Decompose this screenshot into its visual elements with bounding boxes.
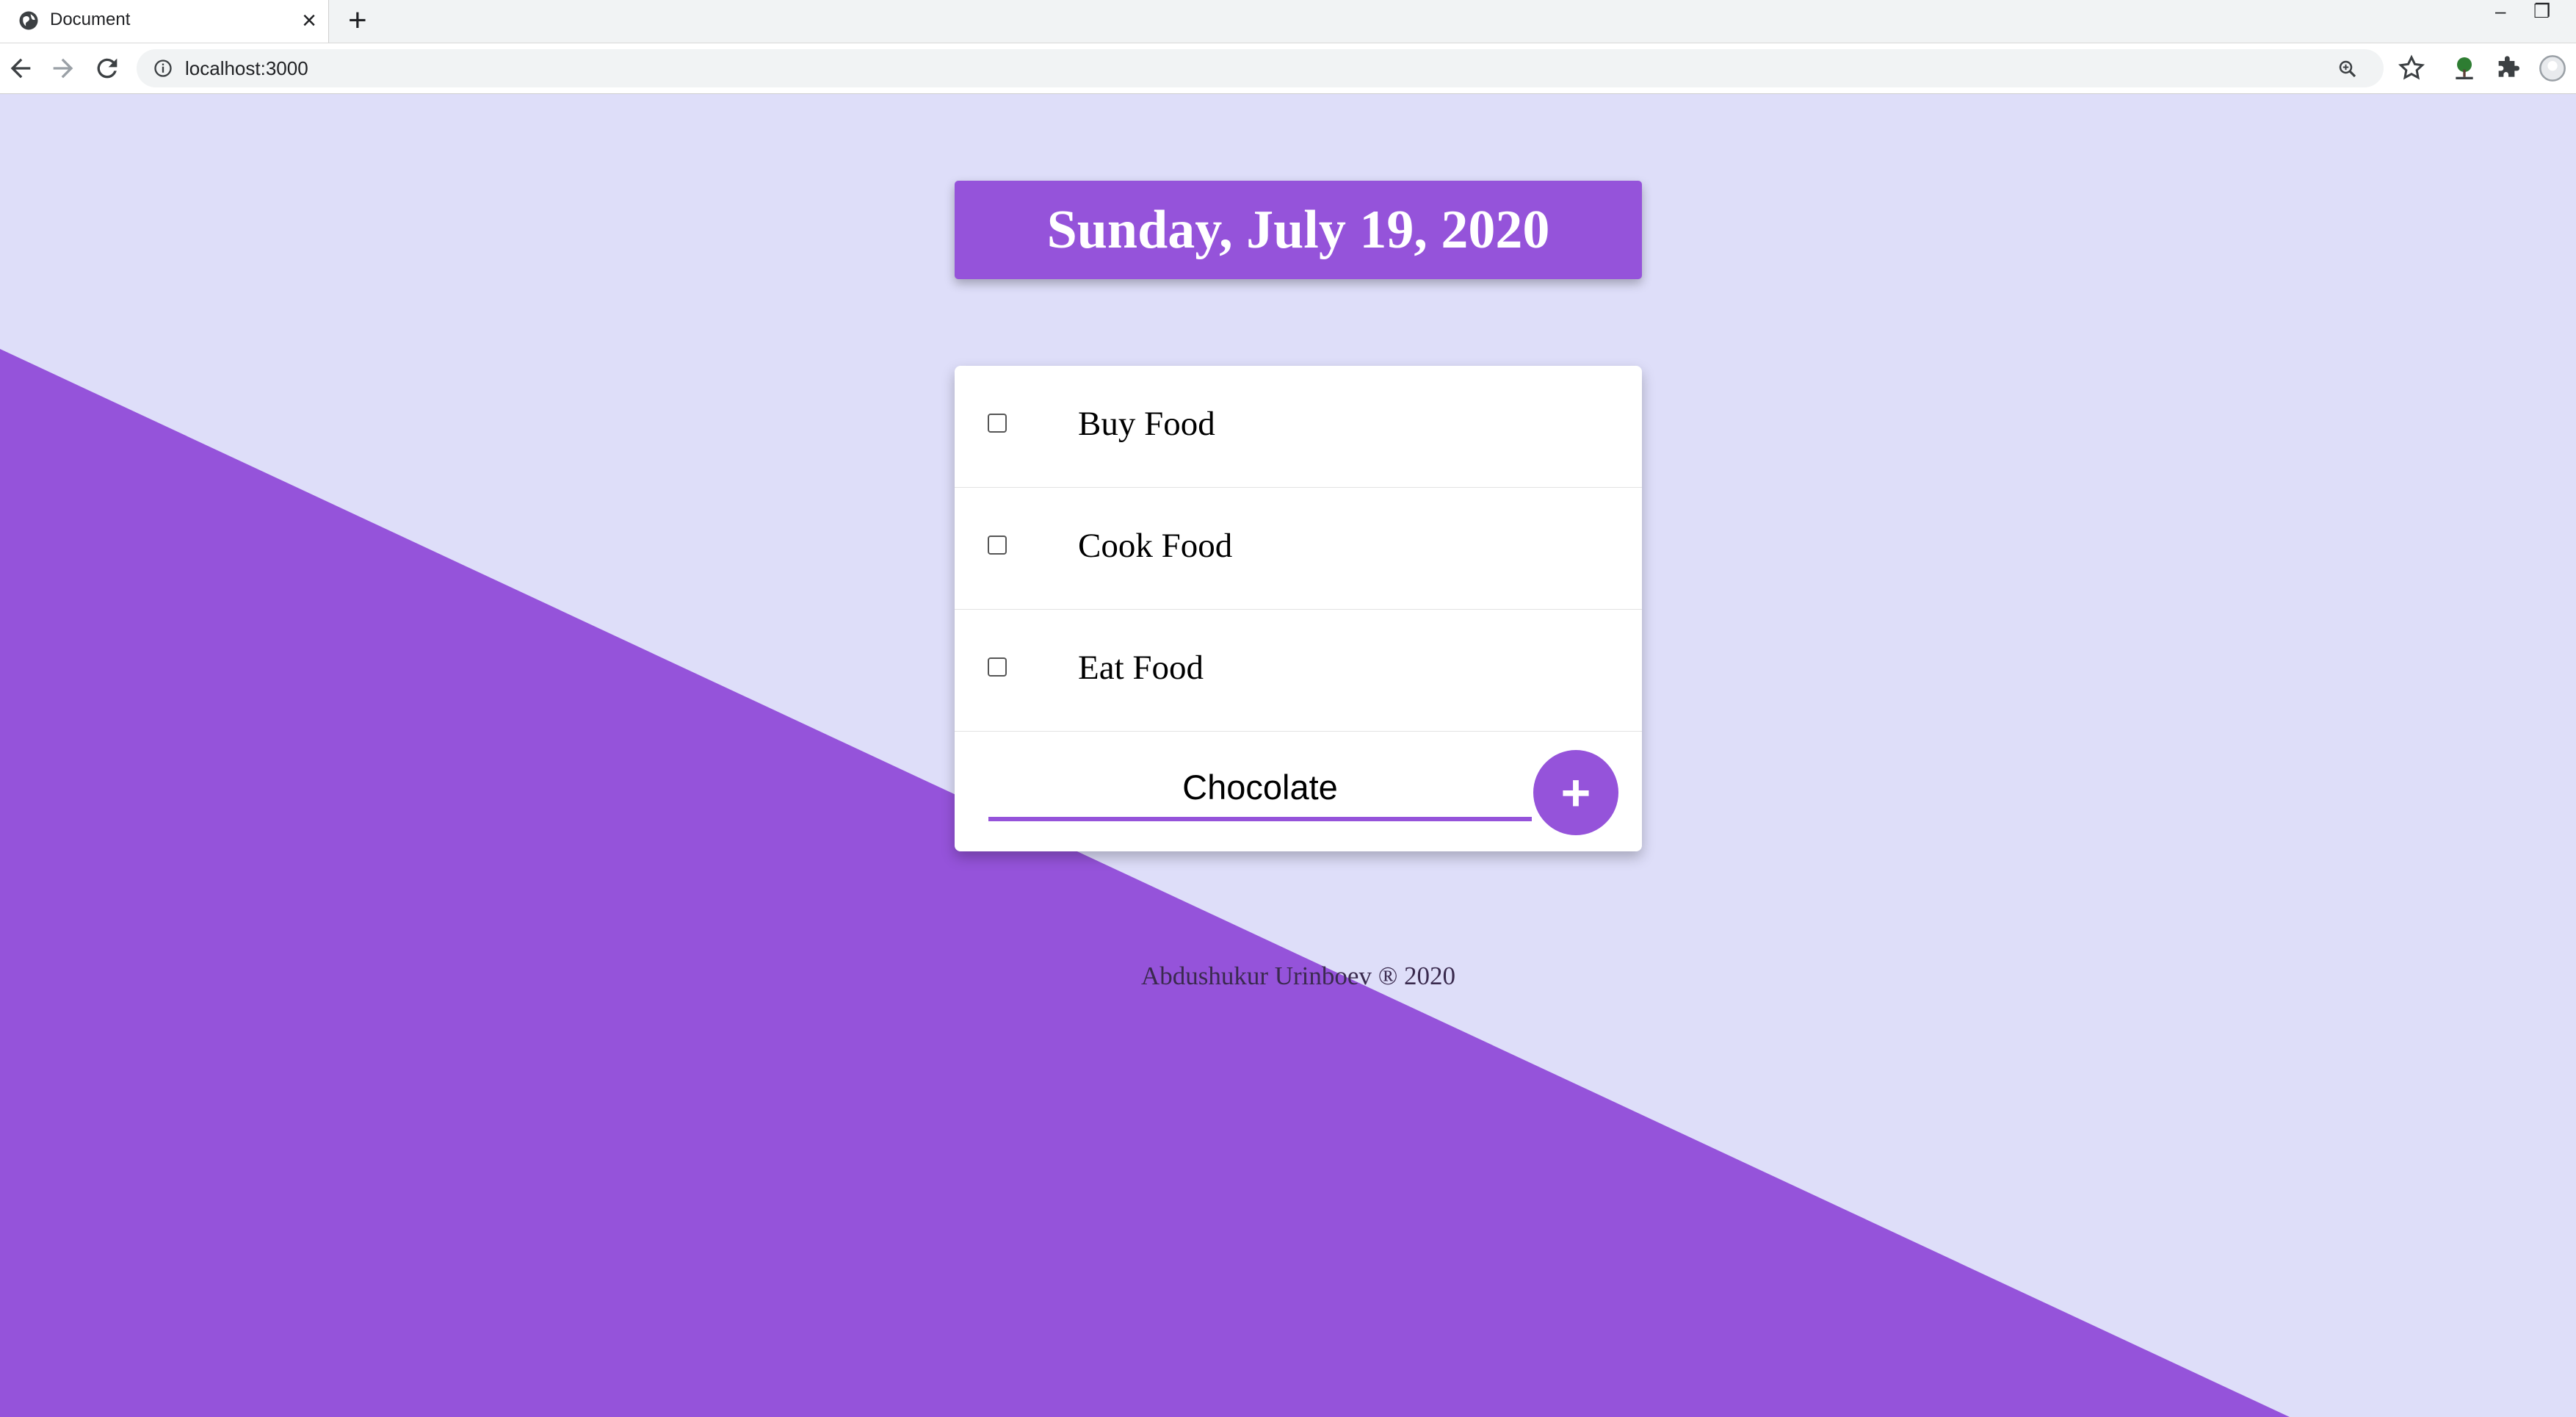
add-item-button[interactable]: + <box>1533 750 1618 835</box>
item-label: Eat Food <box>1078 649 1204 687</box>
list-item: Eat Food <box>955 610 1642 732</box>
list-item: Buy Food <box>955 366 1642 488</box>
date-header: Sunday, July 19, 2020 <box>955 181 1642 279</box>
footer-text: Abdushukur Urinboev ® 2020 <box>1140 962 1456 990</box>
minimize-button[interactable]: – <box>2495 0 2506 22</box>
address-bar[interactable]: localhost:3000 <box>137 49 2384 87</box>
new-tab-button[interactable]: + <box>348 3 367 38</box>
item-checkbox[interactable] <box>988 657 1007 677</box>
page-title: Sunday, July 19, 2020 <box>1046 199 1550 260</box>
item-checkbox[interactable] <box>988 536 1007 555</box>
page-content: Sunday, July 19, 2020 Buy Food Cook Food… <box>0 94 2576 1417</box>
back-arrow-icon[interactable] <box>6 54 35 83</box>
bookmark-star-icon[interactable] <box>2397 54 2426 83</box>
todo-card: Buy Food Cook Food Eat Food + <box>955 366 1642 851</box>
zoom-icon[interactable] <box>2337 58 2359 80</box>
globe-icon <box>19 11 38 30</box>
list-item: Cook Food <box>955 488 1642 610</box>
browser-toolbar: localhost:3000 <box>0 43 2576 95</box>
reload-icon[interactable] <box>93 54 122 83</box>
item-checkbox[interactable] <box>988 414 1007 433</box>
tab-close-icon[interactable]: × <box>302 6 316 35</box>
item-label: Buy Food <box>1078 405 1215 443</box>
forward-arrow-icon[interactable] <box>48 54 78 83</box>
add-item-form: + <box>955 732 1642 852</box>
profile-avatar-icon[interactable] <box>2538 54 2567 83</box>
restore-button[interactable]: ❐ <box>2533 0 2550 22</box>
tab-strip: Document × + – ❐ <box>0 0 2576 43</box>
tab-document[interactable]: Document × <box>0 0 329 43</box>
site-info-icon[interactable] <box>153 58 173 79</box>
url-text[interactable]: localhost:3000 <box>185 57 308 80</box>
item-label: Cook Food <box>1078 527 1233 565</box>
extensions-puzzle-icon[interactable] <box>2494 54 2523 83</box>
new-item-input[interactable] <box>988 757 1532 821</box>
extension-tree-icon[interactable] <box>2450 54 2479 83</box>
tab-title: Document <box>50 10 131 29</box>
